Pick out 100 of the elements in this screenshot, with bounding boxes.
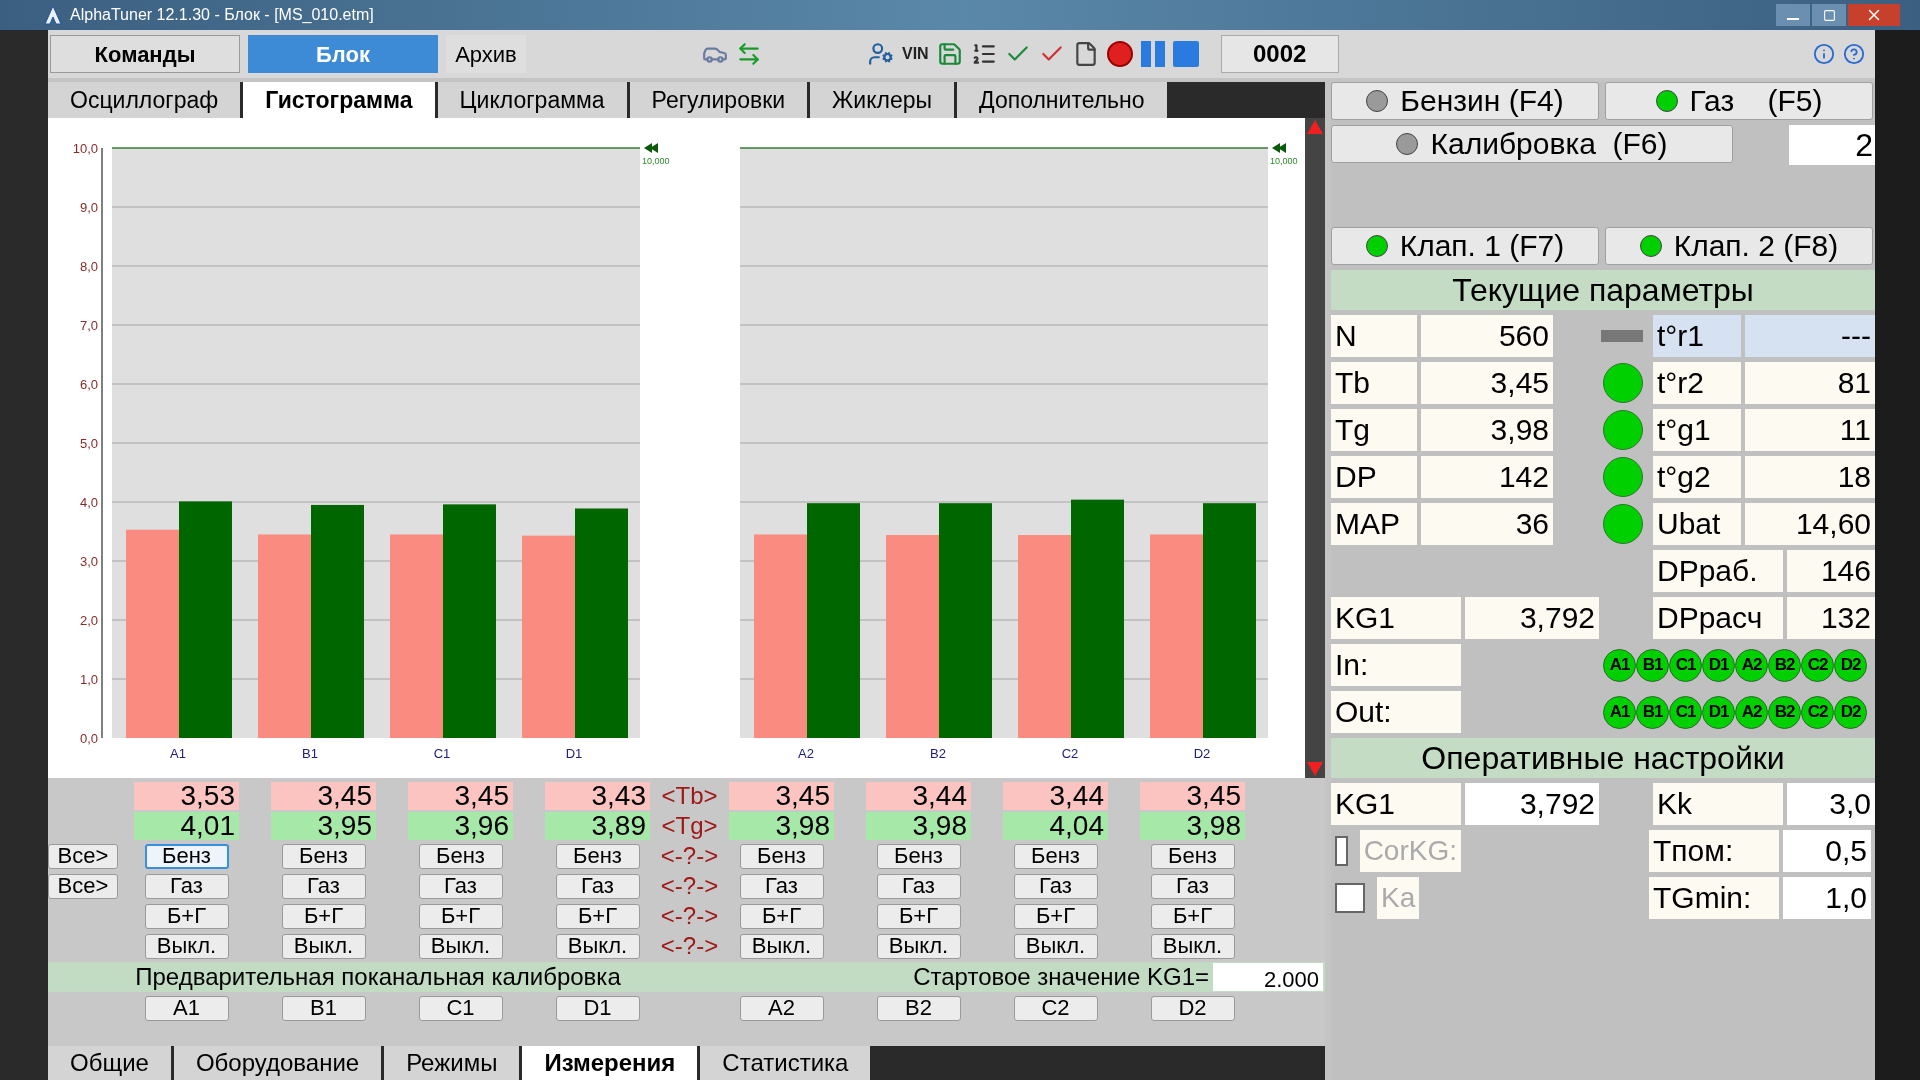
channel-mode-button[interactable]: Б+Г — [281, 903, 366, 929]
channel-mode-button[interactable]: Б+Г — [1013, 903, 1098, 929]
y-tick-label: 2,0 — [79, 613, 98, 628]
channel-mode-button[interactable]: Б+Г — [739, 903, 824, 929]
apply-all-button[interactable]: Все> — [48, 843, 118, 869]
channel-mode-button[interactable]: Бенз — [281, 843, 366, 869]
param-label: MAP — [1331, 503, 1417, 545]
channel-mode-button[interactable]: Б+Г — [1150, 903, 1235, 929]
scroll-up-arrow-icon[interactable] — [1307, 120, 1323, 134]
channel-button[interactable]: A2 — [739, 995, 824, 1021]
channel-mode-button[interactable]: Выкл. — [144, 933, 229, 959]
channel-mode-button[interactable]: Выкл. — [281, 933, 366, 959]
start-value-field[interactable]: 2.000 — [1213, 963, 1323, 991]
user-gear-icon[interactable] — [868, 41, 894, 67]
channel-mode-button[interactable]: Бенз — [555, 843, 640, 869]
channel-mode-button[interactable]: Выкл. — [1013, 933, 1098, 959]
maximize-button[interactable] — [1812, 4, 1846, 26]
channel-button[interactable]: D1 — [555, 995, 640, 1021]
apply-all-button[interactable]: Все> — [48, 873, 118, 899]
toolbar-tab[interactable]: Команды — [50, 35, 240, 73]
channel-mode-button[interactable]: Газ — [144, 873, 229, 899]
bottom-tab[interactable]: Режимы — [384, 1046, 520, 1080]
view-tab[interactable]: Дополнительно — [957, 82, 1167, 118]
channel-mode-button[interactable]: Б+Г — [418, 903, 503, 929]
save-icon[interactable] — [936, 41, 963, 67]
channel-mode-button[interactable]: Выкл. — [555, 933, 640, 959]
mode-button[interactable]: Калибровка (F6) — [1331, 125, 1733, 163]
y-tick-label: 7,0 — [79, 318, 98, 333]
channel-mode-button[interactable]: Бенз — [1150, 843, 1235, 869]
channel-mode-button[interactable]: Газ — [1150, 873, 1235, 899]
channel-mode-button[interactable]: Б+Г — [876, 903, 961, 929]
channel-mode-button[interactable]: Б+Г — [144, 903, 229, 929]
limit-marker-icon — [644, 143, 658, 153]
y-tick-label: 4,0 — [79, 495, 98, 510]
mode-button[interactable]: Газ (F5) — [1605, 82, 1873, 120]
channel-button[interactable]: C1 — [418, 995, 503, 1021]
value-cell: 0,5 — [1783, 830, 1871, 872]
bottom-tab[interactable]: Оборудование — [173, 1046, 382, 1080]
channel-mode-button[interactable]: Бенз — [739, 843, 824, 869]
channel-mode-button[interactable]: Выкл. — [418, 933, 503, 959]
channel-button[interactable]: B2 — [876, 995, 961, 1021]
vin-button[interactable]: VIN — [902, 42, 929, 66]
x-tick-label: A2 — [798, 746, 814, 761]
channel-mode-button[interactable]: Бенз — [144, 843, 229, 869]
channel-mode-button[interactable]: Выкл. — [739, 933, 824, 959]
channel-mode-button[interactable]: Газ — [1013, 873, 1098, 899]
channel-mode-button[interactable]: Выкл. — [1150, 933, 1235, 959]
sensor-label: t°g2 — [1653, 456, 1741, 498]
channel-button[interactable]: C2 — [1013, 995, 1098, 1021]
mode-button[interactable]: Клап. 1 (F7) — [1331, 227, 1599, 265]
channel-mode-button[interactable]: Газ — [281, 873, 366, 899]
injector-indicator: D1 — [1702, 695, 1735, 729]
bottom-tab[interactable]: Измерения — [522, 1046, 698, 1080]
view-tab[interactable]: Регулировки — [629, 82, 808, 118]
info-icon[interactable] — [1813, 43, 1835, 65]
scroll-down-arrow-icon[interactable] — [1307, 762, 1323, 776]
checkbox[interactable] — [1335, 883, 1365, 913]
param-label: DPраб. — [1653, 550, 1783, 592]
view-tab[interactable]: Жиклеры — [810, 82, 955, 118]
minimize-button[interactable] — [1776, 4, 1810, 26]
channel-button[interactable]: B1 — [281, 995, 366, 1021]
swap-arrows-icon[interactable] — [736, 41, 762, 67]
checkbox[interactable] — [1335, 836, 1348, 866]
view-tab[interactable]: Гистограмма — [243, 82, 435, 118]
bottom-tab[interactable]: Общие — [48, 1046, 171, 1080]
injector-indicator: C1 — [1669, 648, 1702, 682]
view-tab[interactable]: Осциллограф — [48, 82, 241, 118]
row-label: <-?-> — [660, 874, 719, 898]
mode-button[interactable]: Бензин (F4) — [1331, 82, 1599, 120]
toolbar-tab[interactable]: Архив — [446, 35, 526, 73]
channel-mode-button[interactable]: Газ — [418, 873, 503, 899]
channel-mode-button[interactable]: Газ — [555, 873, 640, 899]
row-label: <-?-> — [660, 844, 719, 868]
close-button[interactable] — [1848, 4, 1900, 26]
scrollbar[interactable] — [1305, 118, 1325, 778]
tg-value: 3,98 — [1140, 812, 1245, 840]
channel-mode-button[interactable]: Бенз — [418, 843, 503, 869]
channel-button[interactable]: A1 — [144, 995, 229, 1021]
pause-icon[interactable] — [1140, 41, 1165, 67]
value-cell: 18 — [1745, 456, 1875, 498]
channel-mode-button[interactable]: Бенз — [876, 843, 961, 869]
start-value-label: Стартовое значение KG1= — [913, 962, 1209, 992]
mode-button[interactable]: Клап. 2 (F8) — [1605, 227, 1873, 265]
channel-mode-button[interactable]: Газ — [739, 873, 824, 899]
toolbar-tab[interactable]: Блок — [248, 35, 438, 73]
channel-button[interactable]: D2 — [1150, 995, 1235, 1021]
channel-mode-button[interactable]: Выкл. — [876, 933, 961, 959]
channel-mode-button[interactable]: Б+Г — [555, 903, 640, 929]
channel-mode-button[interactable]: Газ — [876, 873, 961, 899]
calibration-value-field[interactable]: 2 — [1789, 125, 1875, 165]
view-tab[interactable]: Циклограмма — [437, 82, 627, 118]
help-icon[interactable] — [1843, 43, 1865, 65]
stop-icon[interactable] — [1172, 41, 1199, 67]
tg-value: 3,89 — [545, 812, 650, 840]
record-icon[interactable] — [1106, 41, 1133, 67]
param-label: N — [1331, 315, 1417, 357]
minimize-icon — [1787, 18, 1799, 20]
tg-value: 3,98 — [729, 812, 834, 840]
bottom-tab[interactable]: Статистика — [700, 1046, 871, 1080]
channel-mode-button[interactable]: Бенз — [1013, 843, 1098, 869]
